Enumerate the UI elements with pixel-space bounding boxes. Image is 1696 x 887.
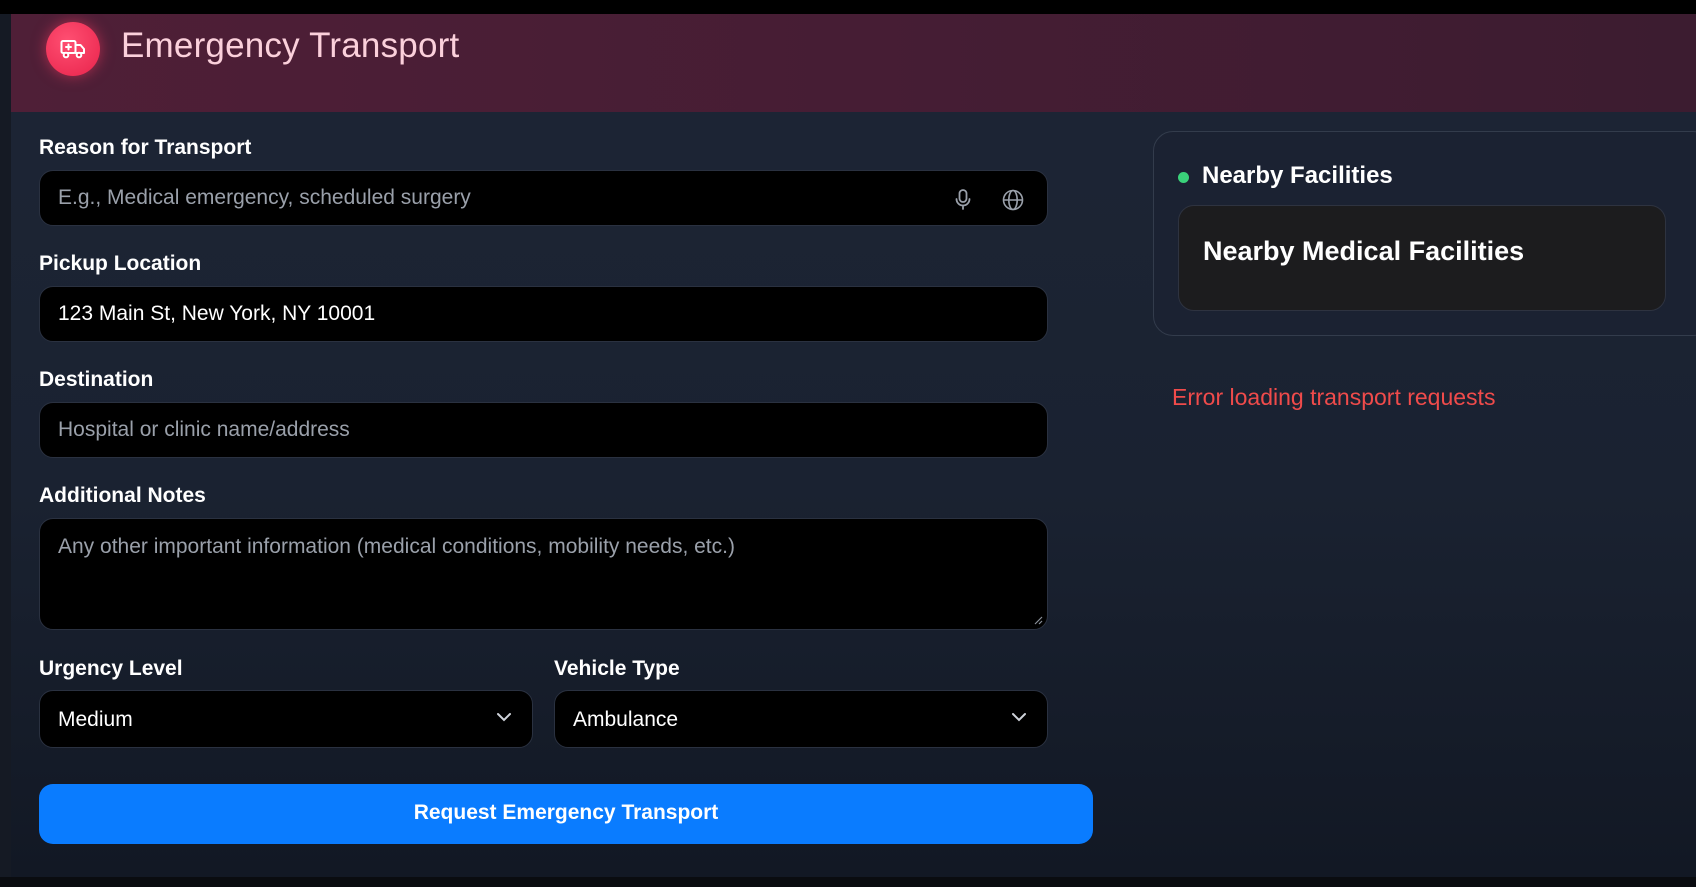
globe-icon[interactable] [999, 186, 1027, 214]
bottom-edge-bar [0, 877, 1696, 887]
destination-input[interactable] [40, 403, 1047, 457]
urgency-label: Urgency Level [39, 657, 183, 680]
facilities-card: Nearby Medical Facilities [1178, 205, 1666, 311]
notes-label: Additional Notes [39, 484, 206, 507]
nearby-facilities-panel: Nearby Facilities Nearby Medical Facilit… [1153, 131, 1696, 336]
vehicle-value: Ambulance [573, 708, 679, 731]
facilities-card-title: Nearby Medical Facilities [1203, 236, 1525, 266]
page-header: Emergency Transport [11, 14, 1696, 112]
reason-input[interactable] [40, 171, 1047, 225]
vehicle-label: Vehicle Type [554, 657, 680, 680]
pickup-field [39, 286, 1048, 342]
ambulance-icon [46, 22, 100, 76]
page-title: Emergency Transport [121, 26, 460, 65]
status-dot [1178, 172, 1189, 183]
destination-label: Destination [39, 368, 154, 391]
microphone-icon[interactable] [949, 186, 977, 214]
reason-field [39, 170, 1048, 226]
chevron-down-icon [497, 713, 511, 722]
pickup-label: Pickup Location [39, 252, 202, 275]
browser-top-bar [0, 0, 1696, 14]
vehicle-select[interactable]: Ambulance [554, 690, 1048, 748]
pickup-input[interactable] [40, 287, 1047, 341]
urgency-select[interactable]: Medium [39, 690, 533, 748]
destination-field [39, 402, 1048, 458]
notes-textarea[interactable] [40, 519, 1047, 629]
urgency-value: Medium [58, 708, 133, 731]
left-edge-strip [0, 14, 11, 887]
app-container: Emergency Transport Reason for Transport… [11, 14, 1696, 877]
chevron-down-icon [1012, 713, 1026, 722]
reason-label: Reason for Transport [39, 136, 252, 159]
error-message: Error loading transport requests [1172, 384, 1496, 410]
resize-handle-icon[interactable] [1033, 615, 1043, 625]
request-transport-button[interactable]: Request Emergency Transport [39, 784, 1093, 844]
notes-field [39, 518, 1048, 630]
facilities-heading: Nearby Facilities [1202, 162, 1393, 189]
